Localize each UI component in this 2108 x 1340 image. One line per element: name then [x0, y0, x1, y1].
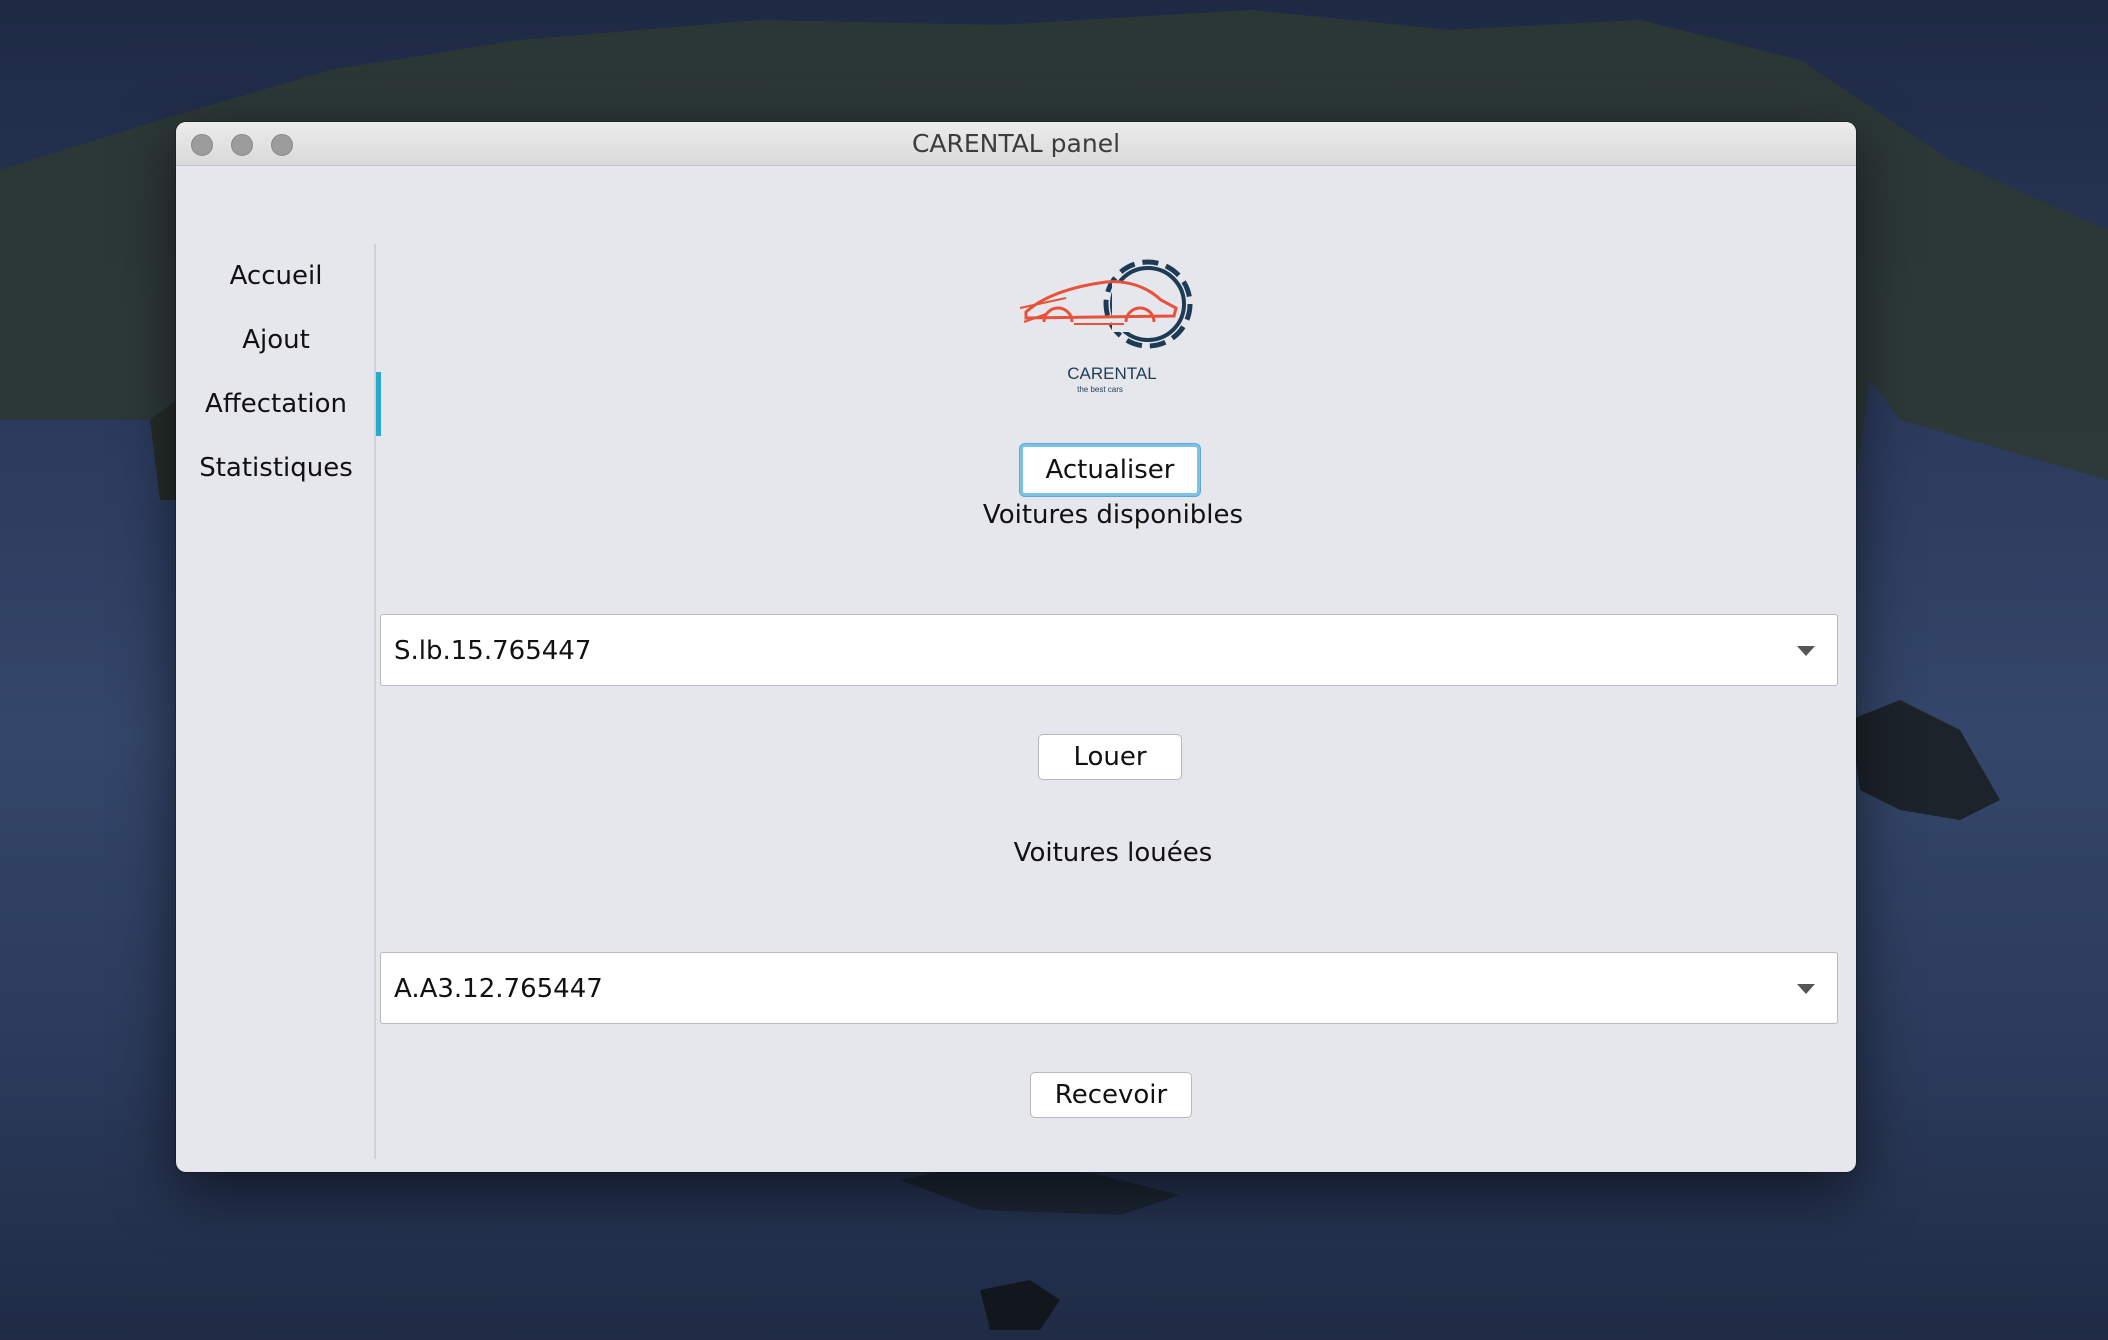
logo-tagline-text: the best cars [1077, 385, 1123, 394]
sidebar-divider [374, 244, 376, 1159]
receive-button[interactable]: Recevoir [1030, 1072, 1192, 1118]
sidebar-item-statistiques[interactable]: Statistiques [176, 436, 376, 500]
car-gear-logo-icon: CARENTAL the best cars [1019, 259, 1193, 394]
rented-cars-select[interactable]: A.A3.12.765447 [380, 952, 1838, 1024]
available-cars-selected-value: S.lb.15.765447 [394, 636, 592, 666]
app-window: CARENTAL panel Accueil Ajout Affectation… [176, 122, 1856, 1172]
window-title: CARENTAL panel [911, 129, 1121, 158]
available-cars-title: Voitures disponibles [982, 500, 1244, 530]
sidebar-item-affectation[interactable]: Affectation [176, 372, 381, 436]
logo-brand-text: CARENTAL [1067, 364, 1156, 383]
rented-cars-selected-value: A.A3.12.765447 [394, 974, 603, 1004]
title-bar[interactable]: CARENTAL panel [176, 122, 1856, 166]
available-cars-select[interactable]: S.lb.15.765447 [380, 614, 1838, 686]
sidebar-item-accueil[interactable]: Accueil [176, 244, 376, 308]
sidebar-item-ajout[interactable]: Ajout [176, 308, 376, 372]
chevron-down-icon [1797, 984, 1815, 994]
rented-cars-title: Voitures louées [1013, 838, 1213, 868]
rent-button[interactable]: Louer [1038, 734, 1182, 780]
refresh-button[interactable]: Actualiser [1020, 444, 1200, 496]
carental-logo: CARENTAL the best cars [1006, 242, 1226, 402]
chevron-down-icon [1797, 646, 1815, 656]
